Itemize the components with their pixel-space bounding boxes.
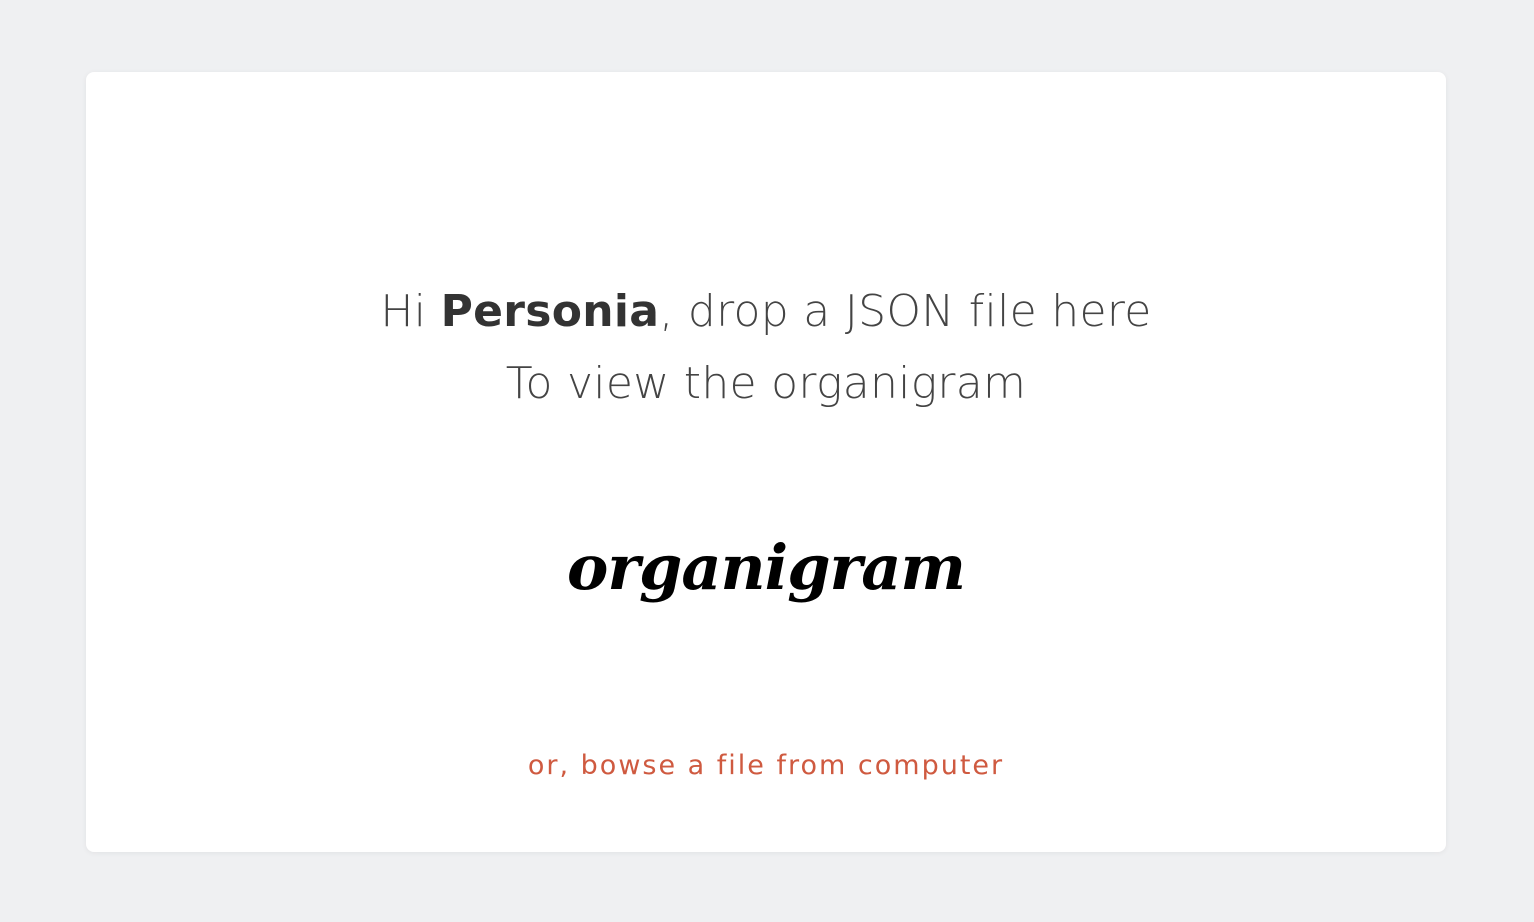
user-name: Personia [440,286,660,337]
greeting-prefix: Hi [380,286,441,337]
subtitle: To view the organigram [505,358,1027,409]
drop-zone[interactable]: Hi Personia, drop a JSON file here To vi… [86,72,1446,852]
organigram-logo: organigram [567,531,966,604]
greeting-suffix: , drop a JSON file here [659,286,1152,337]
browse-file-link[interactable]: or, bowse a file from computer [528,750,1004,781]
drop-instructions: Hi Personia, drop a JSON file here To vi… [86,276,1446,420]
greeting-line: Hi Personia, drop a JSON file here [86,276,1446,348]
browse-container: or, bowse a file from computer [86,750,1446,781]
